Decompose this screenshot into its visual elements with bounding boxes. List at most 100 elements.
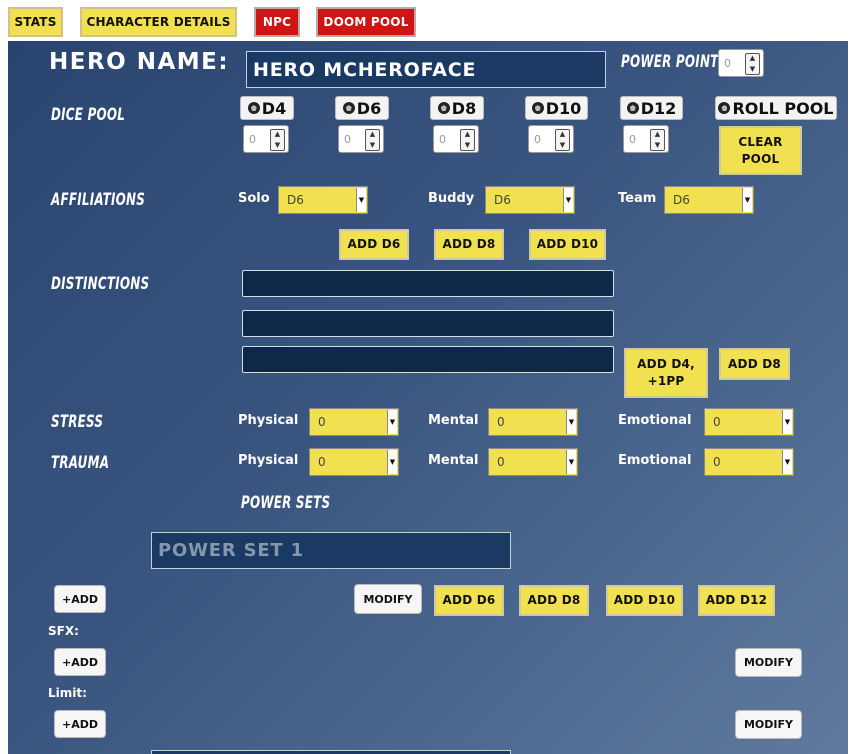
trauma-mental-value: 0 [497,455,505,469]
die-icon [718,102,731,114]
trauma-physical-value: 0 [318,455,326,469]
trauma-emotional-select[interactable]: 0 ▼ [704,448,794,476]
trauma-mental-label: Mental [428,453,479,468]
limit-label: Limit: [48,686,87,700]
power-modify-button[interactable]: MODIFY [354,584,422,614]
roll-pool-button[interactable]: ROLL POOL [715,96,837,120]
chevron-down-icon: ▼ [566,410,576,434]
trauma-physical-label: Physical [238,453,299,468]
buddy-label: Buddy [428,191,475,206]
tab-npc[interactable]: NPC [254,7,300,37]
d4-count-input[interactable]: 0 ▲ ▼ [243,125,289,153]
spinner-arrows-icon[interactable]: ▲ ▼ [650,129,665,151]
chevron-down-icon: ▼ [387,450,397,474]
distinction-input-3[interactable] [242,346,614,373]
stress-physical-value: 0 [318,415,326,429]
distinctions-label: DISTINCTIONS [51,274,150,294]
spinner-arrows-icon[interactable]: ▲ ▼ [365,129,380,151]
power-add-d10-button[interactable]: ADD D10 [606,585,683,616]
d4-count-value: 0 [249,132,256,146]
die-icon [342,102,355,114]
dice-pool-label: DICE POOL [51,105,126,125]
die-d6-button[interactable]: D6 [335,96,389,120]
tab-stats[interactable]: STATS [8,7,63,37]
tab-character-details[interactable]: CHARACTER DETAILS [80,7,237,37]
chevron-down-icon: ▼ [356,188,366,212]
affiliation-add-d10-button[interactable]: ADD D10 [529,229,606,260]
trauma-physical-select[interactable]: 0 ▼ [309,448,399,476]
die-label: D8 [451,98,477,118]
sfx-label: SFX: [48,624,79,638]
d6-count-input[interactable]: 0 ▲ ▼ [338,125,384,153]
power-add-d6-button[interactable]: ADD D6 [434,585,504,616]
die-label: D4 [261,98,287,118]
d10-count-value: 0 [534,132,541,146]
team-select[interactable]: D6 ▼ [664,186,754,214]
die-icon [247,102,260,114]
stress-emotional-label: Emotional [618,413,692,428]
spinner-arrows-icon[interactable]: ▲ ▼ [745,53,760,75]
power-points-label: POWER POINTS [621,52,728,72]
distinction-input-2[interactable] [242,310,614,337]
power-set-1-input[interactable]: POWER SET 1 [151,532,511,569]
sfx-modify-button[interactable]: MODIFY [735,648,802,677]
distinction-add-d8-button[interactable]: ADD D8 [719,348,790,380]
die-d10-button[interactable]: D10 [525,96,588,120]
die-icon [626,102,639,114]
limit-modify-button[interactable]: MODIFY [735,710,802,739]
distinction-input-1[interactable] [242,270,614,297]
solo-select[interactable]: D6 ▼ [278,186,368,214]
hero-name-input[interactable]: HERO MCHEROFACE [246,51,606,88]
trauma-label: TRAUMA [51,453,110,473]
solo-value: D6 [287,193,304,207]
hero-name-label: HERO NAME: [49,49,230,75]
power-add-button[interactable]: +ADD [54,585,106,613]
spinner-arrows-icon[interactable]: ▲ ▼ [460,129,475,151]
die-label: D10 [545,98,582,118]
power-set-2-input[interactable] [151,750,511,754]
d10-count-input[interactable]: 0 ▲ ▼ [528,125,574,153]
stress-mental-select[interactable]: 0 ▼ [488,408,578,436]
die-icon [531,102,544,114]
trauma-emotional-value: 0 [713,455,721,469]
stress-emotional-value: 0 [713,415,721,429]
tab-doom-pool[interactable]: DOOM POOL [316,7,416,37]
spinner-arrows-icon[interactable]: ▲ ▼ [555,129,570,151]
add-d4-plus-pp-button[interactable]: ADD D4, +1PP [624,348,708,398]
power-add-d12-button[interactable]: ADD D12 [698,585,775,616]
stress-physical-select[interactable]: 0 ▼ [309,408,399,436]
power-add-d8-button[interactable]: ADD D8 [519,585,589,616]
limit-add-button[interactable]: +ADD [54,710,106,738]
buddy-value: D6 [494,193,511,207]
power-points-input[interactable]: 0 ▲ ▼ [718,49,764,77]
stress-mental-label: Mental [428,413,479,428]
stress-emotional-select[interactable]: 0 ▼ [704,408,794,436]
spinner-arrows-icon[interactable]: ▲ ▼ [270,129,285,151]
d6-count-value: 0 [344,132,351,146]
die-icon [437,102,450,114]
affiliation-add-d6-button[interactable]: ADD D6 [339,229,409,260]
die-d12-button[interactable]: D12 [620,96,683,120]
die-d4-button[interactable]: D4 [240,96,294,120]
buddy-select[interactable]: D6 ▼ [485,186,575,214]
die-label: D12 [640,98,677,118]
affiliations-label: AFFILIATIONS [51,190,146,210]
d12-count-input[interactable]: 0 ▲ ▼ [623,125,669,153]
trauma-mental-select[interactable]: 0 ▼ [488,448,578,476]
roll-pool-label: ROLL POOL [732,98,834,118]
team-label: Team [618,191,657,206]
clear-pool-button[interactable]: CLEAR POOL [719,126,802,175]
stress-mental-value: 0 [497,415,505,429]
power-sets-label: POWER SETS [241,493,331,513]
solo-label: Solo [238,191,270,206]
trauma-emotional-label: Emotional [618,453,692,468]
chevron-down-icon: ▼ [742,188,752,212]
d8-count-value: 0 [439,132,446,146]
d12-count-value: 0 [629,132,636,146]
chevron-down-icon: ▼ [782,450,792,474]
chevron-down-icon: ▼ [566,450,576,474]
sfx-add-button[interactable]: +ADD [54,648,106,676]
affiliation-add-d8-button[interactable]: ADD D8 [434,229,504,260]
die-d8-button[interactable]: D8 [430,96,484,120]
d8-count-input[interactable]: 0 ▲ ▼ [433,125,479,153]
